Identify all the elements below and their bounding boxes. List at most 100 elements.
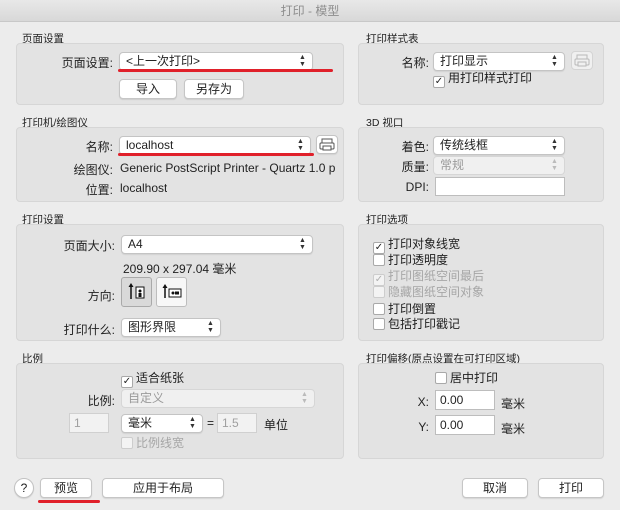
what-to-print-select[interactable]: 图形界限 ▲ ▼	[121, 318, 221, 337]
offset-x-label: X:	[417, 395, 429, 409]
offset-y-unit: 毫米	[501, 422, 526, 436]
dpi-label: DPI:	[405, 180, 429, 194]
fit-to-paper-checkbox[interactable]: ✓ 适合纸张	[121, 371, 185, 388]
chevron-updown-icon: ▲ ▼	[551, 138, 558, 152]
units-label: 单位	[264, 418, 289, 432]
option-label: 打印对象线宽	[388, 237, 461, 251]
printer-properties-button[interactable]	[316, 135, 338, 154]
paper-size-label: 页面大小:	[63, 239, 115, 253]
scale-select-value: 自定义	[128, 391, 165, 405]
plot-style-select[interactable]: 打印显示 ▲ ▼	[433, 52, 565, 71]
plotter-value: Generic PostScript Printer - Quartz 1.0 …	[120, 161, 336, 175]
import-button[interactable]: 导入	[119, 79, 177, 99]
chevron-updown-icon: ▲ ▼	[301, 391, 308, 405]
chevron-updown-icon: ▲ ▼	[207, 320, 214, 334]
option-lineweights-checkbox[interactable]: ✓ 打印对象线宽	[373, 237, 461, 254]
option-upside-down-checkbox[interactable]: 打印倒置	[373, 302, 436, 317]
option-transparency-checkbox[interactable]: 打印透明度	[373, 253, 448, 268]
shade-select[interactable]: 传统线框 ▲ ▼	[433, 136, 565, 155]
quality-select[interactable]: 常规 ▲ ▼	[433, 156, 565, 175]
offset-y-label: Y:	[418, 420, 429, 434]
scale-select[interactable]: 自定义 ▲ ▼	[121, 389, 315, 408]
print-button[interactable]: 打印	[538, 478, 604, 498]
shade-select-value: 传统线框	[440, 138, 489, 152]
paper-size-select-value: A4	[128, 237, 143, 251]
printer-select-value: localhost	[126, 138, 174, 152]
apply-to-layout-button[interactable]: 应用于布局	[102, 478, 224, 498]
chevron-updown-icon: ▲ ▼	[299, 237, 306, 251]
help-button[interactable]: ?	[14, 478, 34, 498]
printer-name-label: 名称:	[85, 140, 113, 154]
quality-select-value: 常规	[440, 158, 465, 172]
window-title: 打印 - 模型	[0, 0, 620, 22]
portrait-button[interactable]	[121, 277, 152, 307]
printer-icon	[574, 54, 590, 67]
center-plot-label: 居中打印	[450, 371, 499, 385]
offset-x-input[interactable]: 0.00	[435, 390, 495, 410]
printer-icon	[319, 138, 335, 151]
chevron-updown-icon: ▲ ▼	[551, 54, 558, 68]
fit-to-paper-label: 适合纸张	[136, 371, 185, 385]
scale-paper-units-input[interactable]: 1	[69, 413, 109, 433]
annotation-underline	[38, 500, 100, 503]
chevron-updown-icon: ▲ ▼	[299, 54, 306, 68]
scale-label: 比例:	[87, 394, 115, 408]
option-label: 打印图纸空间最后	[388, 269, 485, 283]
offset-group: 居中打印 X: 0.00 毫米 Y: 0.00 毫米	[358, 363, 604, 459]
portrait-orientation-icon	[128, 283, 145, 299]
plot-style-select-value: 打印显示	[440, 54, 489, 68]
offset-x-unit: 毫米	[501, 397, 526, 411]
chevron-updown-icon: ▲ ▼	[297, 138, 304, 152]
scale-drawing-units-input[interactable]: 1.5	[217, 413, 257, 433]
scale-unit-select-value: 毫米	[128, 416, 153, 430]
print-settings-group: 页面大小: A4 ▲ ▼ 209.90 x 297.04 毫米 方向: 打印什么:…	[16, 224, 344, 341]
page-setup-label: 页面设置:	[61, 56, 113, 70]
quality-label: 质量:	[401, 160, 429, 174]
print-options-group: ✓ 打印对象线宽 打印透明度 ✓ 打印图纸空间最后 隐藏图纸空间对象 打印倒置 包括…	[358, 224, 604, 341]
option-paperspace-last-checkbox[interactable]: ✓ 打印图纸空间最后	[373, 269, 485, 286]
plot-style-group: 名称: 打印显示 ▲ ▼ ✓ 用打印样式打印	[358, 43, 604, 105]
annotation-underline	[118, 153, 314, 156]
equals-sign: =	[207, 416, 215, 430]
page-setup-select-value: <上一次打印>	[126, 54, 201, 68]
use-plot-style-label: 用打印样式打印	[448, 71, 533, 85]
annotation-underline	[118, 69, 333, 72]
landscape-orientation-icon	[162, 284, 182, 298]
landscape-button[interactable]	[156, 277, 187, 307]
viewport-3d-group: 着色: 传统线框 ▲ ▼ 质量: 常规 ▲ ▼ DPI:	[358, 127, 604, 202]
paper-size-select[interactable]: A4 ▲ ▼	[121, 235, 313, 254]
cancel-button[interactable]: 取消	[462, 478, 528, 498]
scale-lineweights-checkbox[interactable]: 比例线宽	[121, 436, 184, 451]
edit-plot-style-button[interactable]	[571, 51, 593, 70]
center-plot-checkbox[interactable]: 居中打印	[435, 371, 498, 386]
dpi-input[interactable]	[435, 177, 565, 196]
chevron-updown-icon: ▲ ▼	[189, 416, 196, 430]
orientation-label: 方向:	[87, 289, 115, 303]
preview-button[interactable]: 预览	[40, 478, 92, 498]
plotter-label: 绘图仪:	[73, 163, 113, 177]
printer-group: 名称: localhost ▲ ▼ 绘图仪: Generic PostScript…	[16, 127, 344, 202]
scale-lineweights-label: 比例线宽	[136, 436, 185, 450]
save-as-button[interactable]: 另存为	[184, 79, 244, 99]
plot-style-name-label: 名称:	[401, 56, 429, 70]
what-to-print-label: 打印什么:	[63, 323, 115, 337]
chevron-updown-icon: ▲ ▼	[551, 158, 558, 172]
option-plot-stamp-checkbox[interactable]: 包括打印戳记	[373, 317, 460, 332]
page-setup-group: 页面设置: <上一次打印> ▲ ▼ 导入 另存为	[16, 43, 344, 105]
use-plot-style-checkbox[interactable]: ✓ 用打印样式打印	[433, 71, 533, 88]
checkmark-icon: ✓	[121, 376, 133, 388]
location-value: localhost	[120, 181, 168, 195]
scale-unit-select[interactable]: 毫米 ▲ ▼	[121, 414, 203, 433]
option-label: 包括打印戳记	[388, 317, 461, 331]
what-to-print-select-value: 图形界限	[128, 320, 177, 334]
option-label: 隐藏图纸空间对象	[388, 285, 485, 299]
checkmark-icon: ✓	[433, 76, 445, 88]
option-hide-paperspace-checkbox[interactable]: 隐藏图纸空间对象	[373, 285, 484, 300]
option-label: 打印透明度	[388, 253, 449, 267]
option-label: 打印倒置	[388, 302, 437, 316]
scale-group: ✓ 适合纸张 比例: 自定义 ▲ ▼ 1 毫米 ▲ ▼ = 1.5 单位 比例线宽	[16, 363, 344, 459]
shade-label: 着色:	[401, 140, 429, 154]
offset-y-input[interactable]: 0.00	[435, 415, 495, 435]
location-label: 位置:	[85, 183, 113, 197]
paper-dimensions: 209.90 x 297.04 毫米	[123, 262, 237, 276]
